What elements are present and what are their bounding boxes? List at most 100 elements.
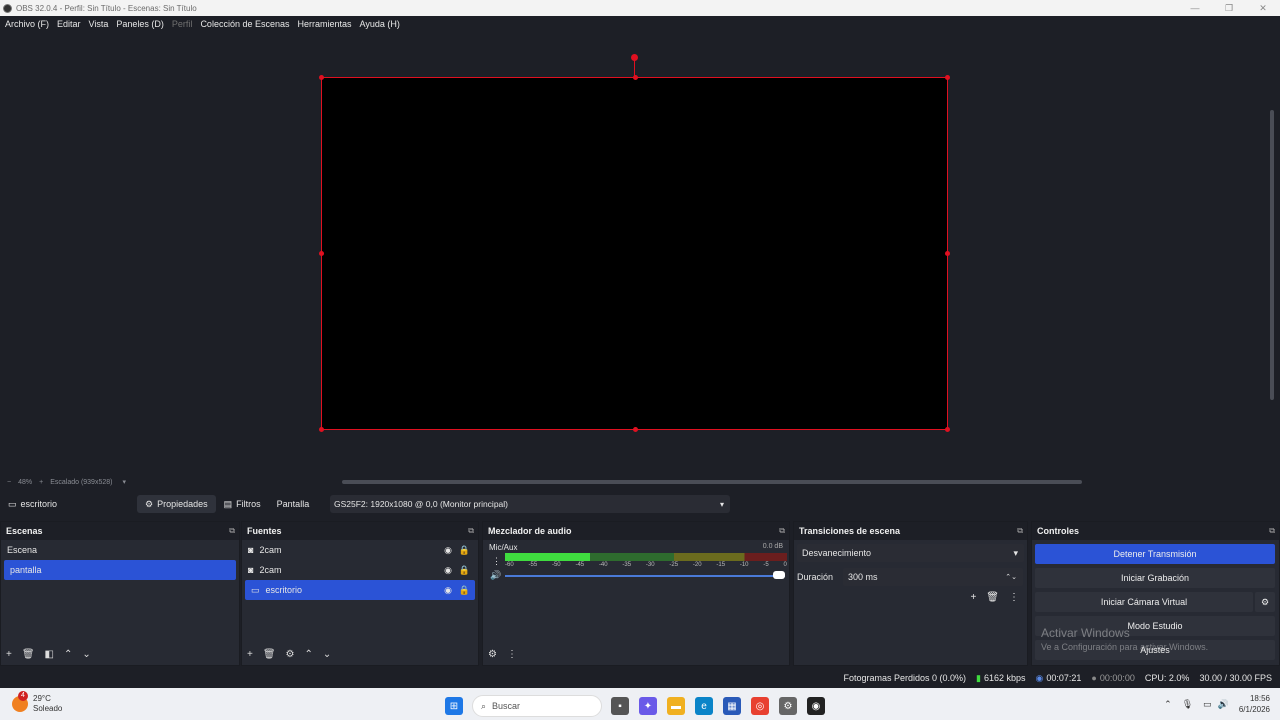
windows-start-icon[interactable]: ⊞ [445,697,463,715]
chevron-up-icon[interactable]: ⌃ [1164,699,1172,710]
menu-coleccion-escenas[interactable]: Colección de Escenas [200,19,289,29]
menu-archivo[interactable]: Archivo (F) [5,19,49,29]
maximize-button[interactable]: ❐ [1212,0,1246,16]
zoom-out-button[interactable]: − [7,479,11,486]
stop-stream-button[interactable]: Detener Transmisión [1035,544,1275,564]
meter-tick: -15 [716,562,726,568]
scenes-title: Escenas [6,526,43,536]
filter-icon: ▤ [223,498,233,509]
rotation-handle[interactable] [631,54,638,61]
kebab-menu-icon[interactable]: ⋮ [492,556,501,567]
search-icon: ⌕ [481,700,487,711]
menu-herramientas[interactable]: Herramientas [298,19,352,29]
mixer-title: Mezclador de audio [488,526,572,536]
source-item-selected[interactable]: ▭ escritorio ◉ 🔒 [245,580,475,600]
resize-handle-tr[interactable] [945,75,950,80]
minimize-button[interactable]: — [1178,0,1212,16]
menu-editar[interactable]: Editar [57,19,81,29]
menu-perfil[interactable]: Perfil [172,19,193,29]
windows-taskbar: 4 29°C Soleado ⊞ ⌕ Buscar ▪ ✦ ▬ e ▦ ◎ ⚙ … [0,688,1280,720]
start-record-button[interactable]: Iniciar Grabación [1035,568,1275,588]
trash-icon[interactable]: 🗑 [22,649,35,660]
spinner-icon[interactable]: ⌃⌄ [1005,573,1017,581]
meter-tick: -5 [763,562,769,568]
clock[interactable]: 18:56 6/1/2026 [1239,693,1270,715]
popout-icon[interactable]: ⧉ [1017,526,1023,536]
record-time: 00:00:00 [1099,673,1135,683]
filter-icon[interactable]: ◧ [45,649,54,660]
preview-vertical-scrollbar[interactable] [1270,110,1274,400]
menu-ayuda[interactable]: Ayuda (H) [360,19,400,29]
preview-horizontal-scrollbar[interactable] [342,480,1082,484]
chevron-down-icon[interactable]: ⌄ [323,649,331,660]
zoom-in-button[interactable]: + [39,479,43,486]
resize-handle-l[interactable] [319,251,324,256]
resize-handle-br[interactable] [945,427,950,432]
scene-item[interactable]: Escena [1,540,239,560]
popout-icon[interactable]: ⧉ [468,526,474,536]
settings-app-icon[interactable]: ⚙ [779,697,797,715]
file-explorer-app-icon[interactable]: ▪ [611,697,629,715]
kebab-menu-icon[interactable]: ⋮ [1009,592,1019,603]
popout-icon[interactable]: ⧉ [779,526,785,536]
eye-icon[interactable]: ◉ [444,545,452,556]
display-label: Pantalla [276,499,310,509]
popout-icon[interactable]: ⧉ [229,526,235,536]
network-icon[interactable]: ▭ [1203,699,1212,710]
source-item[interactable]: ◙ 2cam ◉ 🔒 [242,540,478,560]
copilot-icon[interactable]: ✦ [639,697,657,715]
menu-vista[interactable]: Vista [89,19,109,29]
add-icon[interactable]: + [247,649,253,660]
notification-badge: 4 [18,691,28,701]
weather-widget[interactable]: 4 29°C Soleado [12,691,63,714]
microphone-icon[interactable]: 🎙 [1182,699,1193,710]
close-button[interactable]: ✕ [1246,0,1280,16]
obs-app-icon[interactable]: ◉ [807,697,825,715]
lock-icon[interactable]: 🔒 [459,545,470,556]
mixer-settings-icon[interactable]: ⚙ [488,649,497,660]
volume-slider-knob[interactable] [773,571,785,579]
chrome-icon[interactable]: ◎ [751,697,769,715]
folder-icon[interactable]: ▬ [667,697,685,715]
start-virtual-cam-button[interactable]: Iniciar Cámara Virtual [1035,592,1253,612]
edge-browser-icon[interactable]: e [695,697,713,715]
resize-handle-tl[interactable] [319,75,324,80]
add-icon[interactable]: + [970,592,976,603]
popout-icon[interactable]: ⧉ [1269,526,1275,536]
resize-handle-t[interactable] [633,75,638,80]
kebab-menu-icon[interactable]: ⋮ [507,649,517,660]
source-item[interactable]: ◙ 2cam ◉ 🔒 [242,560,478,580]
volume-icon[interactable]: 🔊 [1218,699,1229,710]
transition-select[interactable]: Desvanecimiento ▾ [797,544,1024,562]
meter-ticks: -60 -55 -50 -45 -40 -35 -30 -25 -20 -15 … [505,562,787,568]
resize-handle-r[interactable] [945,251,950,256]
lock-icon[interactable]: 🔒 [459,565,470,576]
obs-logo-icon [3,3,12,13]
taskbar-search[interactable]: ⌕ Buscar [472,695,602,717]
add-icon[interactable]: + [6,649,12,660]
gear-icon[interactable]: ⚙ [286,649,295,660]
chevron-up-icon[interactable]: ⌃ [64,649,72,660]
duration-input[interactable]: 300 ms ⌃⌄ [843,568,1023,586]
weather-desc: Soleado [33,704,63,713]
resize-handle-bl[interactable] [319,427,324,432]
lock-icon[interactable]: 🔒 [459,585,470,596]
volume-slider-track[interactable] [505,575,785,577]
chevron-up-icon[interactable]: ⌃ [305,649,313,660]
eye-icon[interactable]: ◉ [444,565,452,576]
trash-icon[interactable]: 🗑 [263,649,276,660]
menu-paneles[interactable]: Paneles (D) [116,19,164,29]
resize-handle-b[interactable] [633,427,638,432]
chevron-down-icon[interactable]: ⌄ [82,649,90,660]
preview-canvas[interactable] [319,75,950,432]
speaker-icon[interactable]: 🔊 [490,570,501,581]
filters-button[interactable]: ▤ Filtros [216,495,269,513]
gear-icon[interactable]: ⚙ [1255,592,1275,612]
eye-icon[interactable]: ◉ [444,585,452,596]
trash-icon[interactable]: 🗑 [986,592,999,603]
scene-item-selected[interactable]: pantalla [4,560,236,580]
chevron-down-icon[interactable]: ▾ [122,478,126,486]
store-icon[interactable]: ▦ [723,697,741,715]
display-select[interactable]: GS25F2: 1920x1080 @ 0,0 (Monitor princip… [330,495,730,513]
properties-button[interactable]: ⚙ Propiedades [137,495,216,513]
